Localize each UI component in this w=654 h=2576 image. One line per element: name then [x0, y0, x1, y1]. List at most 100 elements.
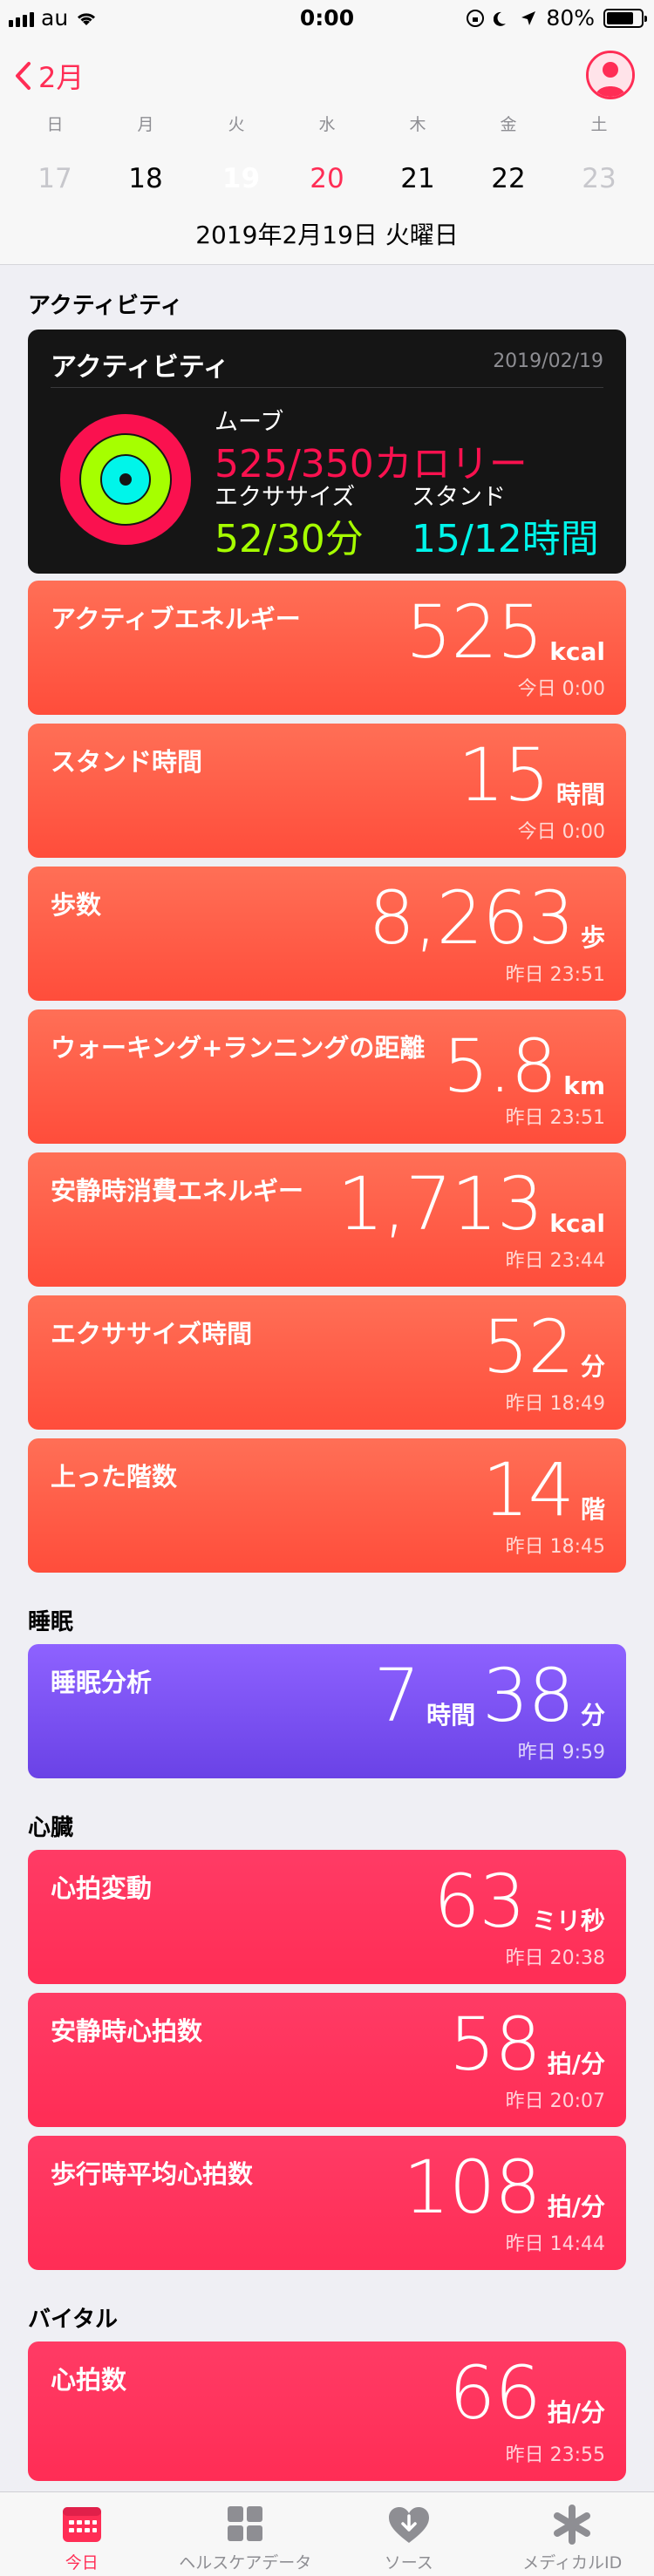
activity-summary-card[interactable]: アクティビティ 2019/02/19 ムーブ 525/350カロリー エクササイ…: [28, 330, 626, 574]
metric-unit: 時間: [426, 1701, 476, 1730]
metric-number: 5.8: [442, 1023, 558, 1109]
section-title-activity: アクティビティ: [28, 293, 183, 319]
tab-sources[interactable]: ソース: [327, 2492, 491, 2576]
weekday-label: 日: [46, 115, 64, 134]
weekday-label: 月: [137, 115, 154, 134]
metric-card-walking-running-distance[interactable]: ウォーキング+ランニングの距離 5.8 km 昨日 23:51: [28, 1009, 626, 1144]
metric-label: 安静時消費エネルギー: [51, 1176, 304, 1206]
chevron-left-icon: [16, 62, 31, 90]
selected-date-label: 2019年2月19日 火曜日: [195, 221, 459, 249]
weekday-label: 水: [318, 115, 336, 134]
metric-unit: 時間: [555, 780, 605, 809]
metric-timestamp: 昨日 14:44: [505, 2233, 605, 2255]
metric-unit-secondary: 分: [580, 1701, 605, 1730]
lock-rotation-icon: [467, 9, 485, 27]
back-button[interactable]: 2月: [14, 56, 84, 96]
tab-today[interactable]: 今日: [0, 2492, 164, 2576]
profile-avatar-button[interactable]: [586, 51, 635, 99]
metric-label: アクティブエネルギー: [51, 604, 301, 634]
metric-number: 108: [403, 2144, 541, 2230]
metric-number: 63: [433, 1859, 526, 1944]
metric-unit: 分: [580, 1352, 605, 1381]
metric-label: 安静時心拍数: [51, 2016, 203, 2046]
metric-unit: 拍/分: [547, 2398, 605, 2427]
metric-label: 歩数: [51, 890, 102, 920]
metric-card-sleep-analysis[interactable]: 睡眠分析 7 時間 38 分 昨日 9:59: [28, 1644, 626, 1778]
date-cell[interactable]: 22: [463, 150, 554, 207]
tab-medical-id[interactable]: メディカルID: [491, 2492, 654, 2576]
metric-timestamp: 昨日 18:49: [505, 1393, 605, 1415]
metric-value: 1,713 kcal: [337, 1166, 605, 1241]
metric-unit: 階: [580, 1495, 605, 1524]
metric-timestamp: 昨日 20:38: [505, 1947, 605, 1969]
header-area: au 0:00 80% 2月 日 月 火 水 木 金 土 17 18 19 20…: [0, 0, 654, 265]
date-cell[interactable]: 21: [372, 150, 463, 207]
metric-card-stand-hours[interactable]: スタンド時間 15 時間 今日 0:00: [28, 724, 626, 858]
date-cell-selected[interactable]: 19: [191, 150, 282, 207]
metric-value: 52 分: [482, 1309, 605, 1384]
metric-number: 7: [373, 1653, 420, 1738]
metric-number: 66: [448, 2350, 542, 2436]
metric-label: 睡眠分析: [51, 1668, 153, 1697]
tab-label: メディカルID: [522, 2553, 623, 2573]
metric-unit: ミリ秒: [531, 1907, 605, 1935]
metric-value: 63 ミリ秒: [433, 1864, 605, 1939]
metric-timestamp: 昨日 18:45: [505, 1536, 605, 1558]
metric-value: 5.8 km: [443, 1029, 605, 1104]
metric-card-heart-rate-variability[interactable]: 心拍変動 63 ミリ秒 昨日 20:38: [28, 1850, 626, 1984]
metric-card-steps[interactable]: 歩数 8,263 歩 昨日 23:51: [28, 867, 626, 1001]
back-label: 2月: [38, 61, 85, 94]
asterisk-icon: [554, 2505, 591, 2545]
tab-label: ソース: [384, 2553, 433, 2573]
metric-label: 心拍数: [51, 2365, 127, 2395]
date-cell[interactable]: 17: [10, 150, 100, 207]
tab-health-data[interactable]: ヘルスケアデータ: [164, 2492, 328, 2576]
battery-percent: 80%: [546, 5, 595, 31]
weekday-row: 日 月 火 水 木 金 土: [0, 112, 654, 135]
battery-fill: [607, 11, 634, 24]
metric-label: 上った階数: [51, 1462, 178, 1492]
metric-card-walking-heart-rate-average[interactable]: 歩行時平均心拍数 108 拍/分 昨日 14:44: [28, 2136, 626, 2270]
metric-value: 525 kcal: [405, 595, 605, 669]
metric-card-flights-climbed[interactable]: 上った階数 14 階 昨日 18:45: [28, 1438, 626, 1573]
exercise-value: 52/30分: [215, 517, 364, 561]
heart-download-icon: [388, 2507, 429, 2543]
tab-label: 今日: [65, 2553, 99, 2573]
metric-label: 心拍変動: [51, 1873, 153, 1903]
metric-label: スタンド時間: [51, 747, 203, 777]
metric-card-resting-heart-rate[interactable]: 安静時心拍数 58 拍/分 昨日 20:07: [28, 1993, 626, 2127]
metric-card-heart-rate[interactable]: 心拍数 66 拍/分 昨日 23:55: [28, 2342, 626, 2481]
metric-timestamp: 昨日 20:07: [505, 2090, 605, 2112]
metric-value: 15 時間: [458, 737, 605, 812]
date-cell[interactable]: 23: [554, 150, 644, 207]
weekday-label: 金: [500, 115, 517, 134]
metric-number: 1,713: [337, 1161, 543, 1247]
activity-card-date: 2019/02/19: [493, 350, 603, 372]
metric-unit: kcal: [549, 637, 605, 666]
date-cell-today[interactable]: 20: [282, 150, 372, 207]
grid-icon: [228, 2506, 263, 2541]
metric-unit: 拍/分: [547, 2192, 605, 2221]
metric-number: 525: [405, 589, 543, 675]
date-row: 17 18 19 20 21 22 23: [0, 150, 654, 207]
metric-value: 7 時間 38 分: [374, 1658, 605, 1733]
metric-card-resting-energy[interactable]: 安静時消費エネルギー 1,713 kcal 昨日 23:44: [28, 1152, 626, 1287]
battery-icon: [603, 8, 647, 28]
metric-label: 歩行時平均心拍数: [51, 2159, 254, 2189]
section-title-vitals: バイタル: [28, 2307, 118, 2333]
metric-value: 66 拍/分: [449, 2355, 605, 2430]
metric-timestamp: 昨日 23:44: [505, 1250, 605, 1272]
metric-card-active-energy[interactable]: アクティブエネルギー 525 kcal 今日 0:00: [28, 581, 626, 715]
metric-unit: km: [563, 1071, 605, 1100]
date-selected-label: 19: [221, 163, 261, 194]
weekday-label: 土: [590, 115, 608, 134]
calendar-today-icon: [62, 2507, 101, 2542]
metric-number: 58: [448, 2002, 542, 2087]
metric-timestamp: 今日 0:00: [517, 678, 605, 700]
metric-timestamp: 昨日 23:55: [505, 2444, 605, 2466]
metric-card-exercise-minutes[interactable]: エクササイズ時間 52 分 昨日 18:49: [28, 1295, 626, 1430]
metric-label: ウォーキング+ランニングの距離: [51, 1033, 426, 1063]
metric-timestamp: 昨日 23:51: [505, 964, 605, 986]
date-cell[interactable]: 18: [100, 150, 191, 207]
weekday-label: 木: [409, 115, 426, 134]
